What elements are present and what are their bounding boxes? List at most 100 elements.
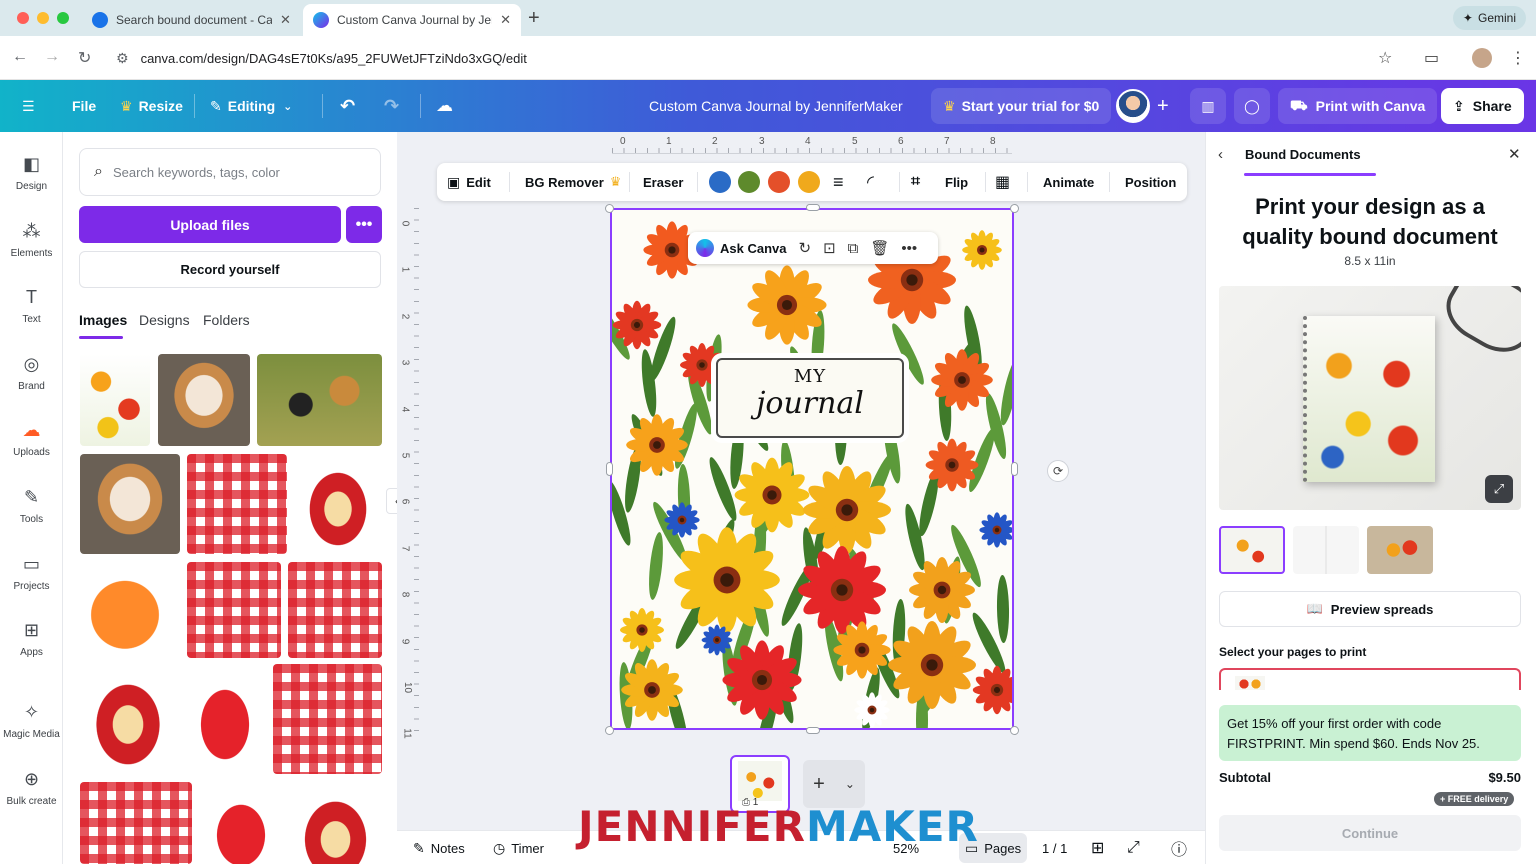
position-button[interactable]: Position (1125, 163, 1176, 201)
browser-tab-search[interactable]: Search bound document - Ca ✕ (82, 4, 302, 36)
timer-button[interactable]: ◷ Timer (493, 831, 544, 864)
tab-designs[interactable]: Designs (139, 312, 190, 328)
record-yourself-button[interactable]: Record yourself (79, 251, 381, 288)
rail-item-projects[interactable]: ▭ Projects (0, 554, 63, 592)
chevron-down-icon[interactable]: ⌄ (845, 777, 855, 791)
image-thumb-gingham-jam[interactable] (187, 454, 287, 554)
user-avatar[interactable] (1116, 89, 1150, 123)
image-thumb-cat[interactable] (158, 354, 250, 446)
resize-handle[interactable] (605, 204, 614, 213)
help-button[interactable]: ⓘ (1171, 831, 1187, 864)
resize-handle[interactable] (806, 204, 820, 211)
rail-item-brand[interactable]: ◎ Brand (0, 354, 63, 392)
main-menu-button[interactable]: ☰ (22, 80, 41, 132)
close-tab-icon[interactable]: ✕ (280, 12, 291, 28)
image-thumb-dogs[interactable] (257, 354, 382, 446)
url-field[interactable]: ⚙ canva.com/design/DAG4sE7t0Ks/a95_2FUWe… (108, 43, 1408, 73)
image-thumb-jam-jar-2[interactable] (80, 664, 176, 774)
rail-item-uploads[interactable]: ☁ Uploads (0, 420, 63, 458)
image-thumb-jam-jar[interactable] (295, 454, 381, 554)
redo-button[interactable]: ↷ (384, 80, 399, 132)
image-thumb-peach[interactable] (80, 562, 180, 658)
start-trial-button[interactable]: ♛ Start your trial for $0 (931, 88, 1112, 124)
transparency-button[interactable]: ▦ (995, 163, 1010, 201)
expand-preview-button[interactable]: ⤢ (1485, 475, 1513, 503)
continue-button[interactable]: Continue (1219, 815, 1521, 851)
new-tab-button[interactable]: + (528, 7, 540, 30)
browser-tab-canva[interactable]: Custom Canva Journal by Jen ✕ (303, 4, 521, 36)
image-thumb-gingham-5[interactable] (80, 782, 192, 864)
save-status-button[interactable]: ☁ (436, 80, 453, 132)
duplicate-icon[interactable]: ⧉ (848, 240, 859, 257)
cast-icon[interactable]: ▭ (1424, 48, 1439, 68)
border-style-button[interactable]: ≡ (833, 163, 844, 201)
flip-button[interactable]: Flip (945, 163, 968, 201)
eraser-button[interactable]: Eraser (643, 163, 683, 201)
rail-item-tools[interactable]: ✎ Tools (0, 487, 63, 525)
search-input[interactable]: ⌕ Search keywords, tags, color (79, 148, 381, 196)
profile-avatar[interactable] (1472, 48, 1492, 68)
page-selector[interactable] (1219, 668, 1521, 690)
notes-button[interactable]: ✎ Notes (413, 831, 465, 864)
ask-canva-button[interactable]: Ask Canva (720, 241, 786, 256)
invite-button[interactable]: + (1157, 80, 1169, 132)
gemini-button[interactable]: ✦ Gemini (1452, 6, 1526, 30)
resize-handle[interactable] (1010, 204, 1019, 213)
bg-remover-button[interactable]: BG Remover ♛ (525, 163, 621, 201)
image-thumb-cat-closeup[interactable] (80, 454, 180, 554)
editing-mode-dropdown[interactable]: ✎ Editing ⌄ (210, 80, 292, 132)
more-options-icon[interactable]: ••• (901, 240, 917, 257)
zoom-window-button[interactable] (57, 12, 69, 24)
resize-handle[interactable] (606, 462, 613, 476)
color-swatch-red[interactable] (768, 171, 790, 193)
chrome-menu-icon[interactable]: ⋮ (1510, 48, 1526, 68)
close-tab-icon[interactable]: ✕ (500, 12, 511, 28)
upload-files-button[interactable]: Upload files (79, 206, 341, 243)
animate-button[interactable]: Animate (1043, 163, 1094, 201)
trash-icon[interactable]: 🗑 (870, 239, 889, 257)
upload-more-button[interactable]: ••• (346, 206, 382, 243)
rail-item-text[interactable]: T Text (0, 287, 63, 325)
rail-item-magic-media[interactable]: ✧ Magic Media (0, 702, 63, 740)
undo-button[interactable]: ↶ (340, 80, 355, 132)
comments-button[interactable]: ◯ (1234, 88, 1270, 124)
document-title[interactable]: Custom Canva Journal by JenniferMaker (649, 80, 903, 132)
image-thumb-gingham-2[interactable] (187, 562, 281, 658)
grid-view-button[interactable]: ⊞ (1091, 831, 1104, 864)
preview-spreads-button[interactable]: 📖 Preview spreads (1219, 591, 1521, 627)
fullscreen-button[interactable]: ⤢ (1127, 831, 1140, 864)
image-thumb-strawberry-2[interactable] (199, 782, 283, 864)
forward-arrow-icon[interactable]: → (44, 48, 60, 66)
rail-item-apps[interactable]: ⊞ Apps (0, 620, 63, 658)
close-window-button[interactable] (17, 12, 29, 24)
insights-button[interactable]: ▥ (1190, 88, 1226, 124)
page-option-thumb[interactable] (1235, 676, 1265, 690)
resize-handle[interactable] (806, 727, 820, 734)
rotate-handle[interactable]: ⟳ (1047, 460, 1069, 482)
tab-folders[interactable]: Folders (203, 312, 250, 328)
color-swatch-green[interactable] (738, 171, 760, 193)
rail-item-design[interactable]: ◧ Design (0, 154, 63, 192)
color-swatch-blue[interactable] (709, 171, 731, 193)
color-swatch-yellow[interactable] (798, 171, 820, 193)
image-thumb-strawberry[interactable] (183, 664, 267, 774)
comment-add-icon[interactable]: ↻ (798, 239, 811, 257)
preview-thumb-spread[interactable] (1293, 526, 1359, 574)
resize-button[interactable]: ♛ Resize (120, 80, 183, 132)
add-page-button[interactable]: + ⌄ (803, 760, 865, 808)
resize-handle[interactable] (605, 726, 614, 735)
preview-thumb-lifestyle[interactable] (1367, 526, 1433, 574)
back-arrow-icon[interactable]: ← (12, 48, 28, 66)
resize-handle[interactable] (1010, 726, 1019, 735)
share-button[interactable]: ⇪ Share (1441, 88, 1524, 124)
tab-images[interactable]: Images (79, 312, 127, 328)
file-menu[interactable]: File (72, 80, 96, 132)
site-settings-icon[interactable]: ⚙ (116, 50, 129, 67)
image-thumb-gingham-3[interactable] (288, 562, 382, 658)
edit-image-button[interactable]: ▣ Edit (447, 163, 491, 201)
corner-rounding-button[interactable]: ◜ (867, 163, 874, 201)
crop-button[interactable]: ⌗ (911, 163, 920, 201)
rail-item-elements[interactable]: ⁂ Elements (0, 221, 63, 259)
close-panel-icon[interactable]: ✕ (1508, 145, 1521, 163)
lock-icon[interactable]: ⊡ (823, 239, 836, 257)
